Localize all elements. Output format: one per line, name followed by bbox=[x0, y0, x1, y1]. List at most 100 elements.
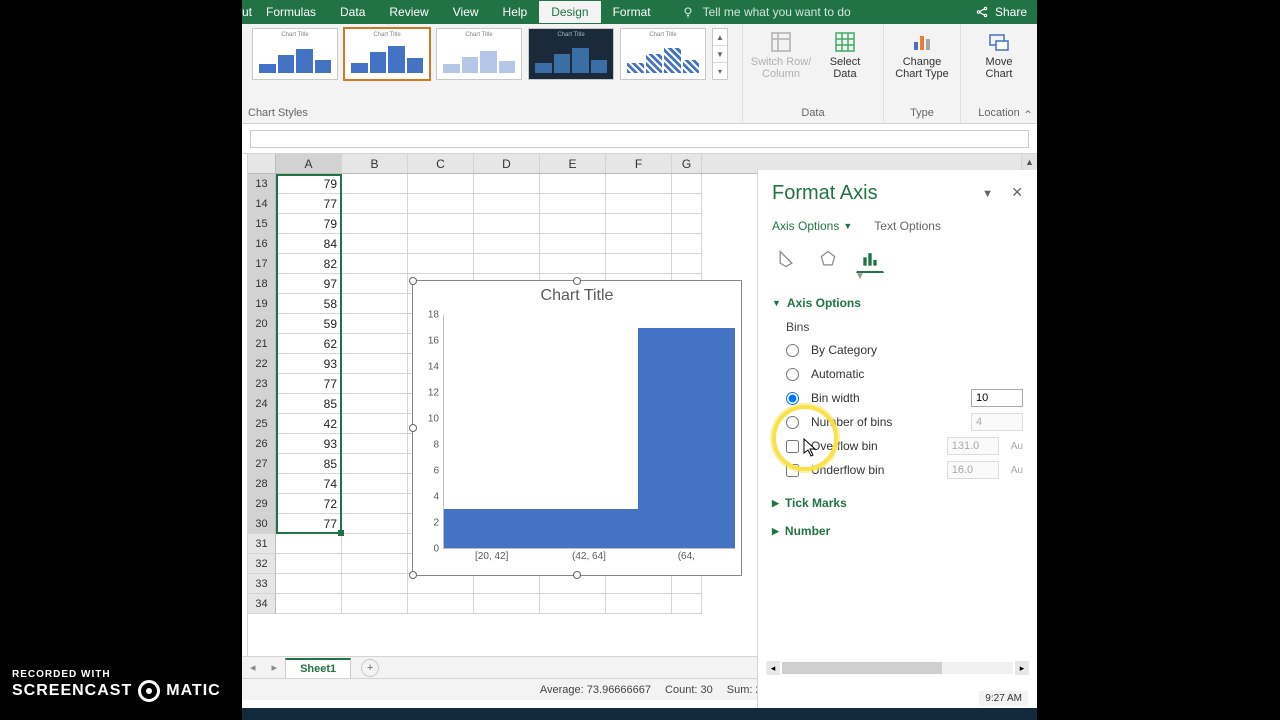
row-header[interactable]: 28 bbox=[248, 474, 276, 494]
col-header-D[interactable]: D bbox=[474, 154, 540, 173]
cell[interactable]: 77 bbox=[276, 514, 342, 534]
cell[interactable] bbox=[342, 514, 408, 534]
row-header[interactable]: 25 bbox=[248, 414, 276, 434]
cell[interactable]: 85 bbox=[276, 394, 342, 414]
select-data-button[interactable]: Select Data bbox=[813, 28, 877, 80]
sheet-nav-prev-icon[interactable]: ◂ bbox=[242, 661, 264, 674]
cell[interactable] bbox=[672, 254, 702, 274]
cell[interactable] bbox=[672, 194, 702, 214]
cell[interactable] bbox=[342, 234, 408, 254]
cell[interactable] bbox=[474, 574, 540, 594]
col-header-E[interactable]: E bbox=[540, 154, 606, 173]
chart-style-3[interactable]: Chart Title bbox=[436, 28, 522, 80]
cell[interactable]: 79 bbox=[276, 214, 342, 234]
chart-handle[interactable] bbox=[573, 571, 581, 579]
cell[interactable] bbox=[342, 194, 408, 214]
cell[interactable]: 79 bbox=[276, 174, 342, 194]
collapse-ribbon-icon[interactable]: ⌃ bbox=[1023, 108, 1033, 122]
section-number[interactable]: ▶Number bbox=[772, 524, 1023, 538]
tab-data[interactable]: Data bbox=[328, 1, 377, 23]
cell[interactable] bbox=[342, 294, 408, 314]
cell[interactable] bbox=[408, 254, 474, 274]
pane-hscroll[interactable]: ◂ ▸ bbox=[766, 660, 1029, 676]
axis-options-icon[interactable] bbox=[856, 245, 884, 273]
cell[interactable] bbox=[540, 254, 606, 274]
chart-style-4[interactable]: Chart Title bbox=[528, 28, 614, 80]
chart-styles-gallery[interactable]: Chart Title Chart Title Chart Title Char… bbox=[248, 28, 736, 80]
pane-hscroll-thumb[interactable] bbox=[782, 662, 942, 674]
cell[interactable] bbox=[672, 594, 702, 614]
cell[interactable]: 62 bbox=[276, 334, 342, 354]
cell[interactable] bbox=[672, 214, 702, 234]
cell[interactable]: 77 bbox=[276, 374, 342, 394]
cell[interactable] bbox=[408, 594, 474, 614]
section-tick-marks[interactable]: ▶Tick Marks bbox=[772, 496, 1023, 510]
share-button[interactable]: Share bbox=[965, 5, 1037, 19]
cell[interactable] bbox=[342, 494, 408, 514]
tab-format[interactable]: Format bbox=[601, 1, 663, 23]
cell[interactable] bbox=[606, 574, 672, 594]
row-header[interactable]: 13 bbox=[248, 174, 276, 194]
cell[interactable] bbox=[672, 234, 702, 254]
cell[interactable] bbox=[606, 214, 672, 234]
row-header[interactable]: 34 bbox=[248, 594, 276, 614]
cell[interactable]: 72 bbox=[276, 494, 342, 514]
cell[interactable] bbox=[342, 214, 408, 234]
chart-bars[interactable] bbox=[443, 315, 735, 549]
opt-underflow-bin[interactable]: Underflow binAu bbox=[786, 458, 1023, 482]
cell[interactable] bbox=[606, 254, 672, 274]
row-header[interactable]: 22 bbox=[248, 354, 276, 374]
cell[interactable] bbox=[474, 174, 540, 194]
cell[interactable] bbox=[342, 254, 408, 274]
row-header[interactable]: 31 bbox=[248, 534, 276, 554]
cell[interactable]: 84 bbox=[276, 234, 342, 254]
cell[interactable] bbox=[606, 194, 672, 214]
chart-handle[interactable] bbox=[409, 571, 417, 579]
col-header-C[interactable]: C bbox=[408, 154, 474, 173]
cell[interactable]: 58 bbox=[276, 294, 342, 314]
cell[interactable] bbox=[540, 234, 606, 254]
cell[interactable] bbox=[276, 554, 342, 574]
cell[interactable] bbox=[342, 474, 408, 494]
opt-automatic[interactable]: Automatic bbox=[786, 362, 1023, 386]
tab-review[interactable]: Review bbox=[377, 1, 440, 23]
cell[interactable] bbox=[342, 574, 408, 594]
cell[interactable] bbox=[474, 594, 540, 614]
cell[interactable] bbox=[342, 554, 408, 574]
row-header[interactable]: 26 bbox=[248, 434, 276, 454]
cell[interactable] bbox=[540, 214, 606, 234]
cell[interactable] bbox=[342, 414, 408, 434]
chart-object[interactable]: Chart Title 024681012141618 [20, 42](42,… bbox=[412, 280, 742, 576]
row-header[interactable]: 33 bbox=[248, 574, 276, 594]
chart-x-axis[interactable]: [20, 42](42, 64](64, bbox=[443, 551, 735, 569]
new-sheet-button[interactable]: + bbox=[361, 659, 379, 677]
pane-hscroll-right-icon[interactable]: ▸ bbox=[1015, 661, 1029, 675]
col-header-F[interactable]: F bbox=[606, 154, 672, 173]
opt-bin-width[interactable]: Bin width bbox=[786, 386, 1023, 410]
opt-by-category[interactable]: By Category bbox=[786, 338, 1023, 362]
cell[interactable]: 59 bbox=[276, 314, 342, 334]
col-header-A[interactable]: A bbox=[276, 154, 342, 173]
cell[interactable] bbox=[342, 534, 408, 554]
cell[interactable] bbox=[540, 174, 606, 194]
cell[interactable] bbox=[342, 354, 408, 374]
cell[interactable] bbox=[606, 594, 672, 614]
cell[interactable] bbox=[474, 214, 540, 234]
cell[interactable]: 82 bbox=[276, 254, 342, 274]
underflow-input[interactable] bbox=[947, 461, 999, 479]
tab-view[interactable]: View bbox=[441, 1, 491, 23]
chart-style-5[interactable]: Chart Title bbox=[620, 28, 706, 80]
chart-bar[interactable] bbox=[541, 509, 638, 548]
sheet-nav-next-icon[interactable]: ▸ bbox=[264, 661, 286, 674]
change-chart-type-button[interactable]: Change Chart Type bbox=[890, 28, 954, 80]
cell[interactable]: 97 bbox=[276, 274, 342, 294]
sheet-tab-sheet1[interactable]: Sheet1 bbox=[285, 658, 351, 678]
chart-handle[interactable] bbox=[573, 277, 581, 285]
overflow-input[interactable] bbox=[947, 437, 999, 455]
select-all-corner[interactable] bbox=[248, 154, 276, 173]
opt-overflow-bin[interactable]: Overflow binAu bbox=[786, 434, 1023, 458]
fill-line-icon[interactable] bbox=[772, 245, 800, 273]
number-of-bins-input[interactable] bbox=[971, 413, 1023, 431]
row-header[interactable]: 16 bbox=[248, 234, 276, 254]
row-header[interactable]: 17 bbox=[248, 254, 276, 274]
